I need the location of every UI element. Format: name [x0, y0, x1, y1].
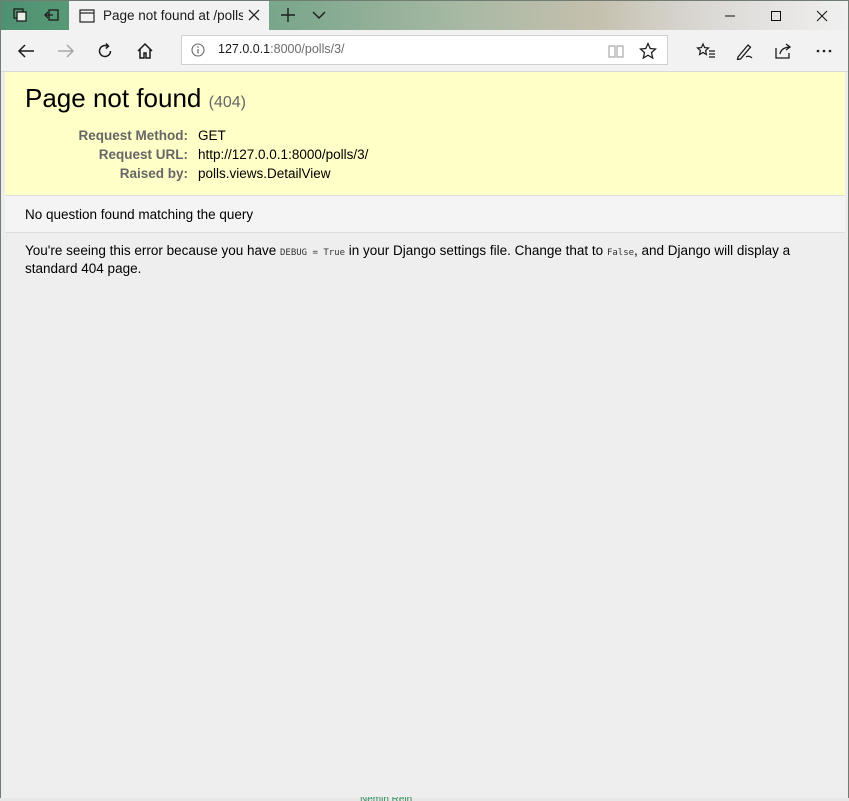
- forward-arrow-icon[interactable]: [51, 36, 81, 66]
- explanation-text: You're seeing this error because you hav…: [25, 243, 280, 258]
- reading-view-icon[interactable]: [605, 40, 627, 62]
- page-title-text: Page not found: [25, 83, 202, 113]
- page-content: Page not found (404) Request Method: GET…: [5, 72, 845, 799]
- background-window-text: Nemin Reln: [360, 797, 412, 801]
- info-icon[interactable]: [190, 42, 206, 58]
- share-icon[interactable]: [769, 36, 799, 66]
- plus-icon[interactable]: [277, 5, 299, 25]
- meta-value: GET: [198, 128, 226, 143]
- meta-row-request-url: Request URL: http://127.0.0.1:8000/polls…: [25, 145, 369, 164]
- back-arrow-icon[interactable]: [11, 36, 41, 66]
- more-icon[interactable]: [809, 36, 839, 66]
- explanation-text: in your Django settings file. Change tha…: [345, 243, 607, 258]
- pen-icon[interactable]: [730, 36, 760, 66]
- meta-label: Request URL:: [98, 147, 188, 162]
- debug-explanation: You're seeing this error because you hav…: [5, 233, 845, 287]
- title-bar: Page not found at /polls/3/: [1, 1, 848, 30]
- refresh-icon[interactable]: [90, 36, 120, 66]
- tab-manager-icon[interactable]: [9, 5, 31, 25]
- meta-row-request-method: Request Method: GET: [25, 126, 368, 145]
- minimize-icon[interactable]: [707, 1, 753, 30]
- meta-label: Request Method:: [78, 128, 189, 143]
- url-host: 127.0.0.1: [218, 42, 271, 56]
- address-bar[interactable]: 127.0.0.1:8000/polls/3/: [181, 35, 668, 65]
- chevron-down-icon[interactable]: [308, 5, 330, 25]
- home-icon[interactable]: [130, 36, 160, 66]
- request-meta-table: Request Method: GET Request URL: http://…: [25, 126, 369, 183]
- info-message: No question found matching the query: [5, 196, 845, 233]
- url-text[interactable]: 127.0.0.1:8000/polls/3/: [218, 42, 345, 56]
- meta-value: http://127.0.0.1:8000/polls/3/: [198, 147, 369, 162]
- set-aside-tabs-icon[interactable]: [41, 5, 63, 25]
- close-window-icon[interactable]: [799, 1, 845, 30]
- close-tab-icon[interactable]: [245, 6, 263, 24]
- meta-row-raised-by: Raised by: polls.views.DetailView: [25, 164, 368, 183]
- navigation-bar: 127.0.0.1:8000/polls/3/: [1, 30, 848, 72]
- maximize-icon[interactable]: [753, 1, 799, 30]
- star-icon[interactable]: [637, 40, 659, 62]
- favorites-hub-icon[interactable]: [691, 36, 721, 66]
- meta-value: polls.views.DetailView: [198, 166, 331, 181]
- error-summary: Page not found (404) Request Method: GET…: [5, 72, 845, 196]
- tab-title: Page not found at /polls/3/: [103, 8, 243, 23]
- status-code: (404): [208, 94, 246, 111]
- browser-window: Page not found at /polls/3/: [0, 0, 849, 801]
- tab-active[interactable]: Page not found at /polls/3/: [69, 1, 269, 30]
- false-value-code: False: [606, 248, 635, 258]
- page-title: Page not found (404): [25, 83, 825, 114]
- page-icon: [79, 8, 95, 23]
- meta-label: Raised by:: [119, 166, 188, 181]
- url-path: :8000/polls/3/: [270, 42, 345, 56]
- debug-setting-code: DEBUG = True: [280, 248, 346, 258]
